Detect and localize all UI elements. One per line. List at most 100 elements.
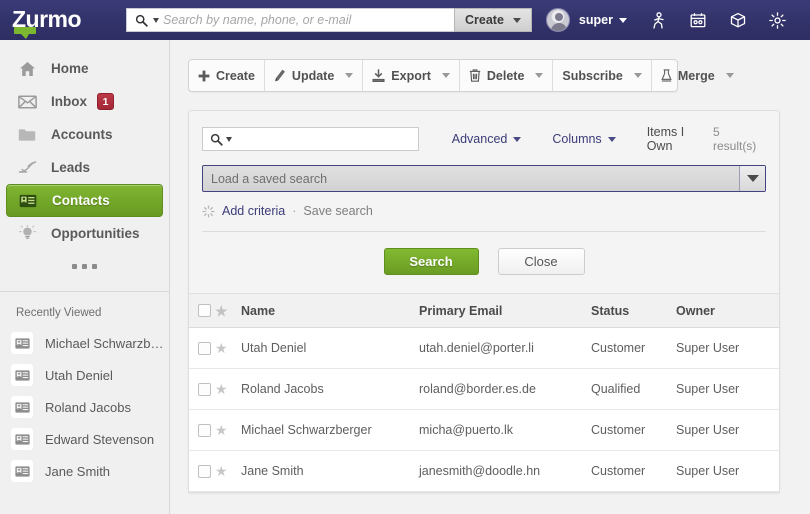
more-dot	[82, 263, 87, 269]
row-select-cell	[189, 368, 215, 410]
loading-spinner-icon	[202, 204, 215, 218]
row-checkbox[interactable]	[198, 341, 211, 355]
criteria-separator: ·	[292, 204, 297, 218]
gift-box-icon[interactable]	[729, 11, 747, 29]
table-header-row: ★ Name Primary Email Status Owner	[189, 293, 779, 328]
user-menu-caret-icon[interactable]	[618, 17, 627, 23]
list-item[interactable]: Roland Jacobs	[0, 391, 169, 423]
update-caret-icon[interactable]	[345, 73, 354, 78]
close-button[interactable]: Close	[497, 248, 585, 275]
chevron-down-icon	[513, 136, 522, 142]
list-item[interactable]: Edward Stevenson	[0, 423, 169, 455]
recently-viewed-list: Michael Schwarzb… Utah Deniel Roland Jac…	[0, 327, 169, 487]
export-button[interactable]: Export	[363, 60, 460, 91]
sidebar-item-opportunities[interactable]: Opportunities	[6, 217, 163, 250]
delete-button[interactable]: Delete	[460, 60, 554, 91]
cell-owner: Super User	[676, 368, 779, 410]
subscribe-button-label: Subscribe	[562, 68, 623, 83]
chevron-down-icon[interactable]	[739, 166, 765, 191]
magnifier-icon	[210, 133, 223, 146]
star-icon[interactable]: ★	[215, 304, 241, 318]
list-item-label: Utah Deniel	[45, 367, 113, 383]
export-icon	[372, 69, 385, 82]
more-dot	[72, 263, 77, 269]
cell-name[interactable]: Utah Deniel	[241, 327, 419, 369]
cell-name[interactable]: Jane Smith	[241, 450, 419, 492]
table-row[interactable]: ★ Jane Smith janesmith@doodle.hn Custome…	[189, 450, 779, 492]
subscribe-caret-icon[interactable]	[633, 73, 642, 78]
sidebar-item-accounts[interactable]: Accounts	[6, 118, 163, 151]
saved-search-placeholder-label: Load a saved search	[211, 171, 328, 186]
contact-card-icon	[11, 332, 33, 354]
columns-dropdown[interactable]: Columns	[552, 132, 616, 146]
select-all-checkbox[interactable]	[198, 304, 211, 317]
sidebar-item-label: Inbox	[51, 94, 87, 109]
header-create-button[interactable]: Create	[454, 8, 532, 32]
star-icon[interactable]: ★	[215, 423, 241, 437]
sidebar-item-home[interactable]: Home	[6, 52, 163, 85]
person-walking-icon[interactable]	[649, 11, 667, 29]
sidebar-more-button[interactable]	[0, 253, 169, 279]
merge-caret-icon[interactable]	[725, 73, 734, 78]
calendar-icon[interactable]	[689, 11, 707, 29]
search-input[interactable]	[232, 129, 418, 149]
search-input-box[interactable]	[202, 127, 419, 151]
sidebar-item-label: Opportunities	[51, 226, 140, 241]
avatar[interactable]	[545, 8, 570, 32]
update-button[interactable]: Update	[265, 60, 364, 91]
add-criteria-link[interactable]: Add criteria	[222, 204, 285, 218]
saved-search-select[interactable]: Load a saved search	[202, 165, 766, 192]
save-search-link[interactable]: Save search	[303, 204, 372, 218]
advanced-label: Advanced	[451, 132, 508, 146]
list-item-label: Jane Smith	[45, 463, 111, 479]
folder-icon	[17, 128, 37, 142]
row-checkbox[interactable]	[198, 423, 211, 437]
search-button[interactable]: Search	[383, 248, 479, 275]
column-header-status[interactable]: Status	[591, 293, 676, 328]
advanced-dropdown[interactable]: Advanced	[452, 132, 522, 146]
search-scope-caret[interactable]	[153, 17, 159, 23]
table-row[interactable]: ★ Michael Schwarzberger micha@puerto.lk …	[189, 409, 779, 451]
star-icon[interactable]: ★	[215, 341, 241, 355]
export-caret-icon[interactable]	[441, 73, 450, 78]
column-header-owner[interactable]: Owner	[676, 293, 779, 328]
sidebar-item-contacts[interactable]: Contacts	[6, 184, 163, 217]
column-header-name[interactable]: Name	[241, 293, 419, 328]
sidebar-nav-list: Home Inbox 1 Accounts Leads Contacts Opp…	[0, 40, 169, 287]
subscribe-button[interactable]: Subscribe	[553, 60, 652, 91]
global-search-input[interactable]	[163, 9, 454, 31]
global-search: Create	[126, 8, 532, 32]
row-select-cell	[189, 409, 215, 451]
delete-caret-icon[interactable]	[535, 73, 544, 78]
sidebar-item-leads[interactable]: Leads	[6, 151, 163, 184]
list-item[interactable]: Jane Smith	[0, 455, 169, 487]
star-header: ★	[215, 293, 241, 328]
row-checkbox[interactable]	[198, 464, 211, 478]
row-select-cell	[189, 450, 215, 492]
row-star-cell: ★	[215, 368, 241, 410]
search-controls-row: Advanced Columns Items I Own 5 result(s)	[202, 125, 766, 153]
column-header-primary-email[interactable]: Primary Email	[419, 293, 591, 328]
create-button[interactable]: Create	[189, 60, 265, 91]
row-checkbox[interactable]	[198, 382, 211, 396]
cell-name[interactable]: Michael Schwarzberger	[241, 409, 419, 451]
app-logo[interactable]: Zurmo	[0, 0, 120, 40]
sidebar-item-inbox[interactable]: Inbox 1	[6, 85, 163, 118]
header-create-label: Create	[465, 13, 504, 27]
items-i-own-filter[interactable]: Items I Own	[647, 125, 713, 153]
list-item[interactable]: Utah Deniel	[0, 359, 169, 391]
cell-status: Customer	[591, 409, 676, 451]
contact-card-icon	[11, 428, 33, 450]
cell-name[interactable]: Roland Jacobs	[241, 368, 419, 410]
star-icon[interactable]: ★	[215, 464, 241, 478]
global-search-box[interactable]	[126, 8, 454, 32]
list-item[interactable]: Michael Schwarzb…	[0, 327, 169, 359]
merge-button[interactable]: Merge	[652, 60, 743, 91]
row-star-cell: ★	[215, 450, 241, 492]
table-row[interactable]: ★ Roland Jacobs roland@border.es.de Qual…	[189, 368, 779, 410]
cell-owner: Super User	[676, 450, 779, 492]
star-icon[interactable]: ★	[215, 382, 241, 396]
gear-icon[interactable]	[769, 11, 787, 29]
table-row[interactable]: ★ Utah Deniel utah.deniel@porter.li Cust…	[189, 327, 779, 369]
logo-speech-bubble	[14, 27, 36, 39]
